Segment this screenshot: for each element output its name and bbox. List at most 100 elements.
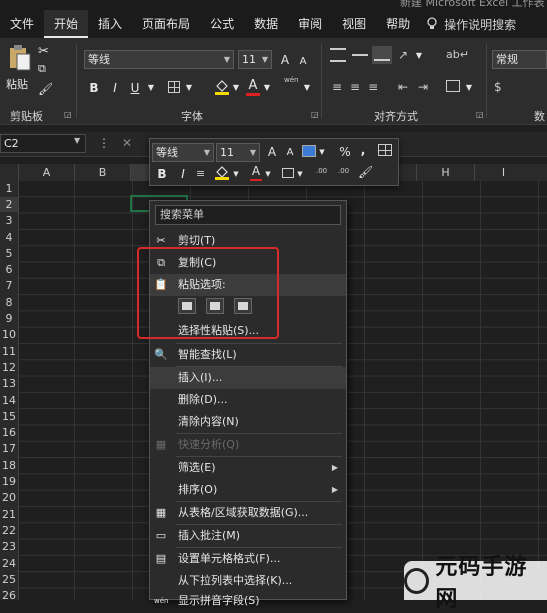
row-header[interactable]: 23 <box>0 539 18 554</box>
merge-center-icon[interactable] <box>446 80 460 92</box>
font-color-button[interactable]: A <box>246 78 260 96</box>
row-header[interactable]: 2 <box>0 197 18 212</box>
column-header[interactable]: A <box>18 164 74 181</box>
row-header[interactable]: 17 <box>0 441 18 456</box>
column-header[interactable]: H <box>416 164 474 181</box>
chevron-down-icon[interactable]: ▼ <box>264 164 272 184</box>
paste-formulas-icon[interactable] <box>206 298 224 314</box>
tab-data[interactable]: 数据 <box>244 10 288 38</box>
row-header[interactable]: 20 <box>0 490 18 505</box>
row-header[interactable]: 14 <box>0 393 18 408</box>
chevron-down-icon[interactable]: ▼ <box>262 51 268 68</box>
currency-format-icon[interactable] <box>302 145 316 157</box>
font-launcher-icon[interactable]: ◲ <box>311 110 319 119</box>
tab-insert[interactable]: 插入 <box>88 10 132 38</box>
row-header[interactable]: 4 <box>0 230 18 245</box>
column-header[interactable]: B <box>74 164 130 181</box>
menu-item-pick-list[interactable]: 从下拉列表中选择(K)... <box>150 570 346 592</box>
row-header[interactable]: 13 <box>0 376 18 391</box>
chevron-down-icon[interactable]: ▼ <box>296 164 304 184</box>
chevron-down-icon[interactable]: ▼ <box>184 78 194 98</box>
row-header[interactable]: 21 <box>0 507 18 522</box>
chevron-down-icon[interactable]: ▼ <box>262 78 272 98</box>
align-buttons-row[interactable]: ≡≡≡ <box>332 80 386 94</box>
row-header[interactable]: 12 <box>0 360 18 375</box>
paste-icon[interactable] <box>178 298 196 314</box>
top-align-icon[interactable] <box>330 48 346 62</box>
fill-color-icon[interactable] <box>214 79 230 95</box>
increase-decimal-button[interactable]: .00 <box>316 167 327 175</box>
menu-item-get-data[interactable]: ▦ 从表格/区域获取数据(G)... <box>150 502 346 524</box>
row-header[interactable]: 11 <box>0 344 18 359</box>
percent-button[interactable]: % <box>338 142 352 162</box>
chevron-down-icon[interactable]: ▼ <box>414 46 424 66</box>
menu-item-copy[interactable]: ⧉ 复制(C) <box>150 252 346 274</box>
underline-button[interactable]: U <box>128 78 142 98</box>
mini-borders-icon[interactable] <box>282 168 294 178</box>
menu-item-smart-lookup[interactable]: 🔍 智能查找(L) <box>150 344 346 366</box>
row-header[interactable]: 26 <box>0 588 18 603</box>
chevron-down-icon[interactable]: ▼ <box>232 164 240 184</box>
chevron-down-icon[interactable]: ▼ <box>318 142 326 162</box>
row-header[interactable]: 6 <box>0 262 18 277</box>
more-options-icon[interactable]: ⋮ <box>98 136 110 150</box>
row-header[interactable]: 22 <box>0 523 18 538</box>
decrease-decimal-button[interactable]: .00 <box>338 167 349 175</box>
shrink-font-button[interactable]: A <box>296 52 310 72</box>
row-header[interactable]: 24 <box>0 556 18 571</box>
menu-item-clear[interactable]: 清除内容(N) <box>150 411 346 433</box>
mini-align-icon[interactable]: ≡ <box>196 167 205 180</box>
menu-item-filter[interactable]: 筛选(E) ▶ <box>150 457 346 479</box>
mini-size-combo[interactable]: 11 ▼ <box>216 143 260 162</box>
row-header[interactable]: 10 <box>0 327 18 342</box>
row-header[interactable]: 5 <box>0 246 18 261</box>
middle-align-icon[interactable] <box>352 48 368 62</box>
chevron-down-icon[interactable]: ▼ <box>464 78 474 98</box>
cut-icon[interactable]: ✂ <box>38 44 49 59</box>
font-name-combo[interactable]: 等线 ▼ <box>84 50 234 69</box>
mini-grow-font-button[interactable]: A <box>266 142 278 162</box>
paste-picture-icon[interactable] <box>234 298 252 314</box>
tab-file[interactable]: 文件 <box>0 10 44 38</box>
alignment-launcher-icon[interactable]: ◲ <box>476 110 484 119</box>
format-painter-icon[interactable]: 🖌 <box>358 165 373 179</box>
tab-help[interactable]: 帮助 <box>376 10 420 38</box>
row-header[interactable]: 19 <box>0 474 18 489</box>
menu-item-format-cells[interactable]: ▤ 设置单元格格式(F)... <box>150 548 346 570</box>
table-format-icon[interactable] <box>378 144 392 156</box>
row-header[interactable]: 8 <box>0 295 18 310</box>
bold-button[interactable]: B <box>86 78 102 98</box>
chevron-down-icon[interactable]: ▼ <box>146 78 156 98</box>
menu-item-phonetic[interactable]: wén 显示拼音字段(S) <box>150 590 346 612</box>
menu-search-input[interactable]: 搜索菜单 <box>155 205 341 225</box>
number-format-combo[interactable]: 常规 <box>492 50 547 69</box>
tab-home[interactable]: 开始 <box>44 10 89 38</box>
mini-italic-button[interactable]: I <box>178 164 188 184</box>
tab-page-layout[interactable]: 页面布局 <box>132 10 200 38</box>
menu-item-insert[interactable]: 插入(I)... <box>150 367 346 389</box>
tab-review[interactable]: 审阅 <box>288 10 332 38</box>
menu-item-sort[interactable]: 排序(O) ▶ <box>150 479 346 501</box>
comma-button[interactable]: , <box>358 140 368 160</box>
mini-font-color-button[interactable]: A <box>250 164 262 182</box>
menu-item-insert-comment[interactable]: ▭ 插入批注(M) <box>150 525 346 547</box>
row-header[interactable]: 16 <box>0 425 18 440</box>
phonetic-guide-button[interactable]: wén <box>284 76 298 84</box>
mini-bold-button[interactable]: B <box>156 164 168 184</box>
orientation-icon[interactable]: ↗ <box>398 48 408 62</box>
mini-font-combo[interactable]: 等线 ▼ <box>152 143 214 162</box>
grow-font-button[interactable]: A <box>278 50 292 70</box>
italic-button[interactable]: I <box>108 78 122 98</box>
clipboard-launcher-icon[interactable]: ◲ <box>64 110 72 119</box>
borders-icon[interactable] <box>168 81 180 93</box>
column-header[interactable]: I <box>474 164 532 181</box>
chevron-down-icon[interactable]: ▼ <box>250 144 256 161</box>
paste-button[interactable] <box>8 44 32 72</box>
bottom-align-icon[interactable] <box>372 46 392 64</box>
row-header[interactable]: 15 <box>0 409 18 424</box>
copy-icon[interactable]: ⧉ <box>38 62 46 76</box>
menu-item-cut[interactable]: ✂ 剪切(T) <box>150 230 346 252</box>
chevron-down-icon[interactable]: ▼ <box>302 78 312 98</box>
cancel-icon[interactable]: ✕ <box>122 136 132 150</box>
chevron-down-icon[interactable]: ▼ <box>231 78 241 98</box>
